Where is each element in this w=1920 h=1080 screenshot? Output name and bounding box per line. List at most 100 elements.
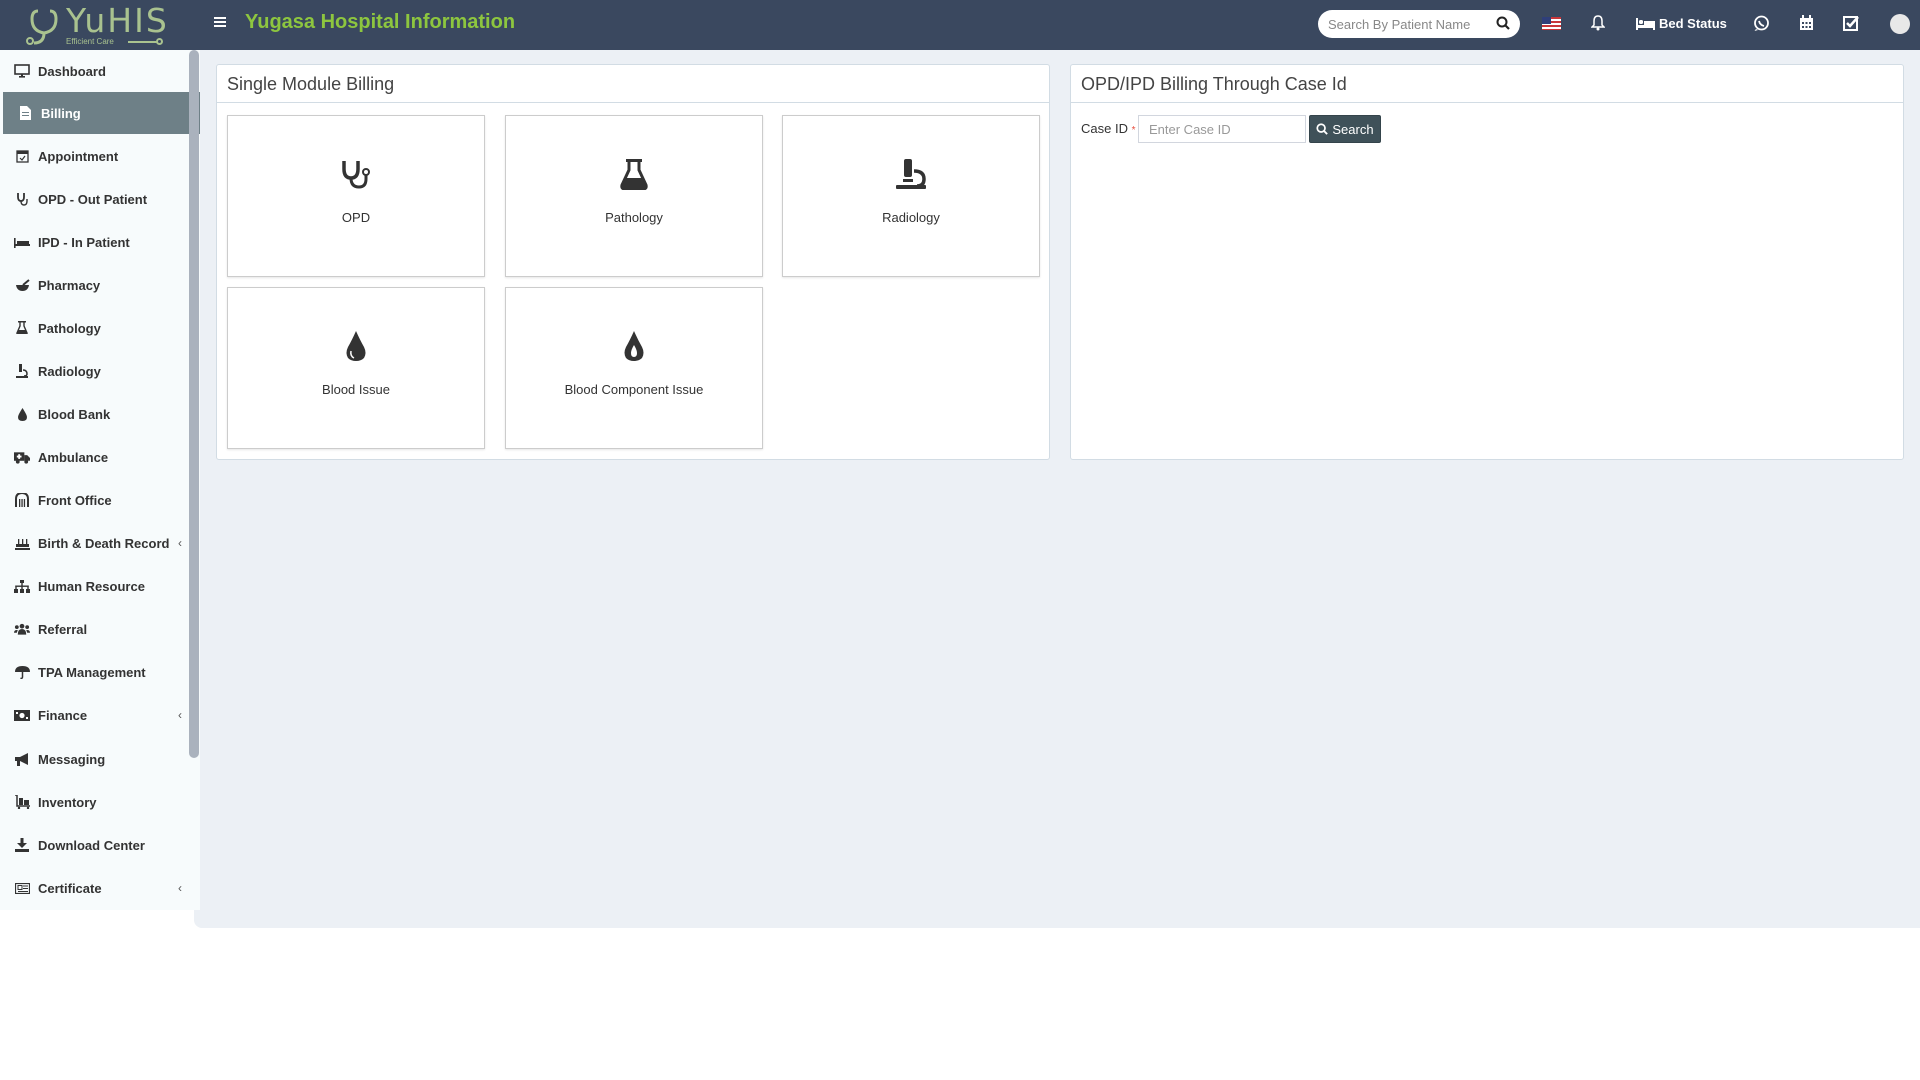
sidebar-item-radiology[interactable]: Radiology bbox=[0, 350, 190, 392]
calendar-check-icon bbox=[14, 149, 30, 163]
sidebar-item-label: Pathology bbox=[38, 320, 101, 336]
sidebar-item-blood-bank[interactable]: Blood Bank bbox=[0, 393, 190, 435]
patient-search-input[interactable] bbox=[1328, 15, 1488, 33]
tile-label: OPD bbox=[341, 210, 371, 225]
billing-tile-radiology[interactable]: Radiology bbox=[782, 115, 1040, 277]
procedures-icon bbox=[14, 236, 30, 248]
sidebar-item-label: Radiology bbox=[38, 363, 101, 379]
sitemap-icon bbox=[14, 579, 30, 593]
mortar-pestle-icon bbox=[14, 278, 30, 292]
sidebar-item-appointment[interactable]: Appointment bbox=[0, 135, 190, 177]
luggage-cart-icon bbox=[14, 795, 30, 809]
sidebar-item-label: Download Center bbox=[38, 837, 145, 853]
sidebar-item-label: Referral bbox=[38, 621, 88, 637]
sidebar-item-opd[interactable]: OPD - Out Patient bbox=[0, 178, 190, 220]
sidebar-item-label: Messaging bbox=[38, 751, 106, 767]
umbrella-icon bbox=[14, 665, 30, 679]
sidebar-item-label: OPD - Out Patient bbox=[38, 191, 148, 207]
single-module-billing-panel: Single Module Billing OPD Pathology Radi… bbox=[216, 64, 1050, 460]
sidebar-item-ipd[interactable]: IPD - In Patient bbox=[0, 221, 190, 263]
patient-search-box bbox=[1318, 10, 1520, 38]
panel-title: Single Module Billing bbox=[217, 65, 1049, 103]
sidebar-toggle-icon[interactable] bbox=[214, 17, 226, 29]
user-avatar[interactable] bbox=[1890, 14, 1910, 34]
money-bill-icon bbox=[14, 709, 30, 721]
tile-label: Blood Issue bbox=[322, 382, 390, 397]
logo-tagline: Efficient Care bbox=[66, 37, 114, 46]
stethoscope-icon bbox=[14, 192, 30, 206]
ambulance-icon bbox=[14, 451, 30, 464]
sidebar-item-label: Front Office bbox=[38, 492, 112, 508]
sidebar-item-label: TPA Management bbox=[38, 664, 146, 680]
us-flag-icon[interactable] bbox=[1542, 17, 1561, 30]
sidebar-item-label: Billing bbox=[41, 105, 81, 121]
tint-icon bbox=[346, 331, 366, 361]
app-title: Yugasa Hospital Information bbox=[245, 11, 516, 33]
tile-label: Radiology bbox=[882, 210, 940, 225]
logo-dot bbox=[156, 38, 163, 45]
sidebar-item-dashboard[interactable]: Dashboard bbox=[0, 50, 190, 92]
sidebar: Dashboard Billing Appointment OPD - Out … bbox=[0, 50, 200, 910]
sidebar-item-pathology[interactable]: Pathology bbox=[0, 307, 190, 349]
birthday-cake-icon bbox=[14, 536, 30, 550]
bed-status-label: Bed Status bbox=[1659, 16, 1727, 31]
case-search-button[interactable]: Search bbox=[1309, 115, 1381, 143]
sidebar-item-finance[interactable]: Finance ‹ bbox=[0, 694, 190, 736]
case-id-input[interactable] bbox=[1138, 115, 1306, 143]
sidebar-item-label: Human Resource bbox=[38, 578, 145, 594]
sidebar-item-referral[interactable]: Referral bbox=[0, 608, 190, 650]
file-invoice-icon bbox=[17, 106, 33, 120]
microscope-icon bbox=[896, 159, 926, 189]
search-button-label: Search bbox=[1332, 121, 1374, 137]
sidebar-item-label: Pharmacy bbox=[38, 277, 101, 293]
calendar-icon[interactable] bbox=[1799, 15, 1814, 31]
sidebar-item-messaging[interactable]: Messaging bbox=[0, 738, 190, 780]
sidebar-item-certificate[interactable]: Certificate ‹ bbox=[0, 867, 190, 909]
sidebar-item-label: Birth & Death Record bbox=[38, 535, 170, 551]
billing-tile-blood-component-issue[interactable]: Blood Component Issue bbox=[505, 287, 763, 449]
sidebar-item-billing[interactable]: Billing bbox=[3, 92, 200, 134]
tile-label: Blood Component Issue bbox=[564, 382, 704, 397]
billing-tile-blood-issue[interactable]: Blood Issue bbox=[227, 287, 485, 449]
main-content: Single Module Billing OPD Pathology Radi… bbox=[194, 50, 1920, 928]
flask-icon bbox=[620, 159, 648, 190]
microscope-icon bbox=[14, 364, 30, 378]
sidebar-item-inventory[interactable]: Inventory bbox=[0, 781, 190, 823]
top-navbar: YuHIS Efficient Care Yugasa Hospital Inf… bbox=[0, 0, 1920, 50]
sidebar-item-label: Certificate bbox=[38, 880, 102, 896]
tint-icon bbox=[14, 407, 30, 421]
sidebar-item-front-office[interactable]: Front Office bbox=[0, 479, 190, 521]
search-icon bbox=[1316, 123, 1329, 135]
sidebar-item-tpa-management[interactable]: TPA Management bbox=[0, 651, 190, 693]
panel-title: OPD/IPD Billing Through Case Id bbox=[1071, 65, 1903, 103]
logo[interactable]: YuHIS Efficient Care bbox=[24, 1, 167, 47]
sidebar-item-human-resource[interactable]: Human Resource bbox=[0, 565, 190, 607]
bullhorn-icon bbox=[14, 752, 30, 766]
newspaper-icon bbox=[14, 882, 30, 894]
tile-label: Pathology bbox=[605, 210, 663, 225]
sidebar-item-label: Blood Bank bbox=[38, 406, 111, 422]
bed-status-button[interactable]: Bed Status bbox=[1636, 16, 1727, 31]
chevron-left-icon: ‹ bbox=[178, 708, 182, 722]
bell-icon[interactable] bbox=[1591, 15, 1605, 31]
search-icon[interactable] bbox=[1496, 16, 1510, 30]
required-mark: * bbox=[1131, 125, 1136, 136]
sidebar-item-birth-death-record[interactable]: Birth & Death Record ‹ bbox=[0, 522, 190, 564]
sidebar-item-ambulance[interactable]: Ambulance bbox=[0, 436, 190, 478]
sidebar-item-download-center[interactable]: Download Center bbox=[0, 824, 190, 866]
chevron-left-icon: ‹ bbox=[178, 536, 182, 550]
sidebar-item-label: Dashboard bbox=[38, 63, 106, 79]
logo-text: YuHIS bbox=[66, 1, 169, 40]
task-checkbox-icon[interactable] bbox=[1843, 15, 1860, 31]
logo-line bbox=[128, 41, 158, 43]
billing-tile-pathology[interactable]: Pathology bbox=[505, 115, 763, 277]
monitor-icon bbox=[14, 64, 30, 78]
sidebar-item-label: Finance bbox=[38, 707, 88, 723]
sidebar-scrollbar[interactable] bbox=[189, 50, 199, 758]
case-billing-panel: OPD/IPD Billing Through Case Id Case ID … bbox=[1070, 64, 1904, 460]
billing-tile-opd[interactable]: OPD bbox=[227, 115, 485, 277]
stethoscope-logo-icon bbox=[26, 9, 58, 45]
sidebar-item-label: Appointment bbox=[38, 148, 119, 164]
whatsapp-icon[interactable] bbox=[1753, 15, 1770, 32]
sidebar-item-pharmacy[interactable]: Pharmacy bbox=[0, 264, 190, 306]
